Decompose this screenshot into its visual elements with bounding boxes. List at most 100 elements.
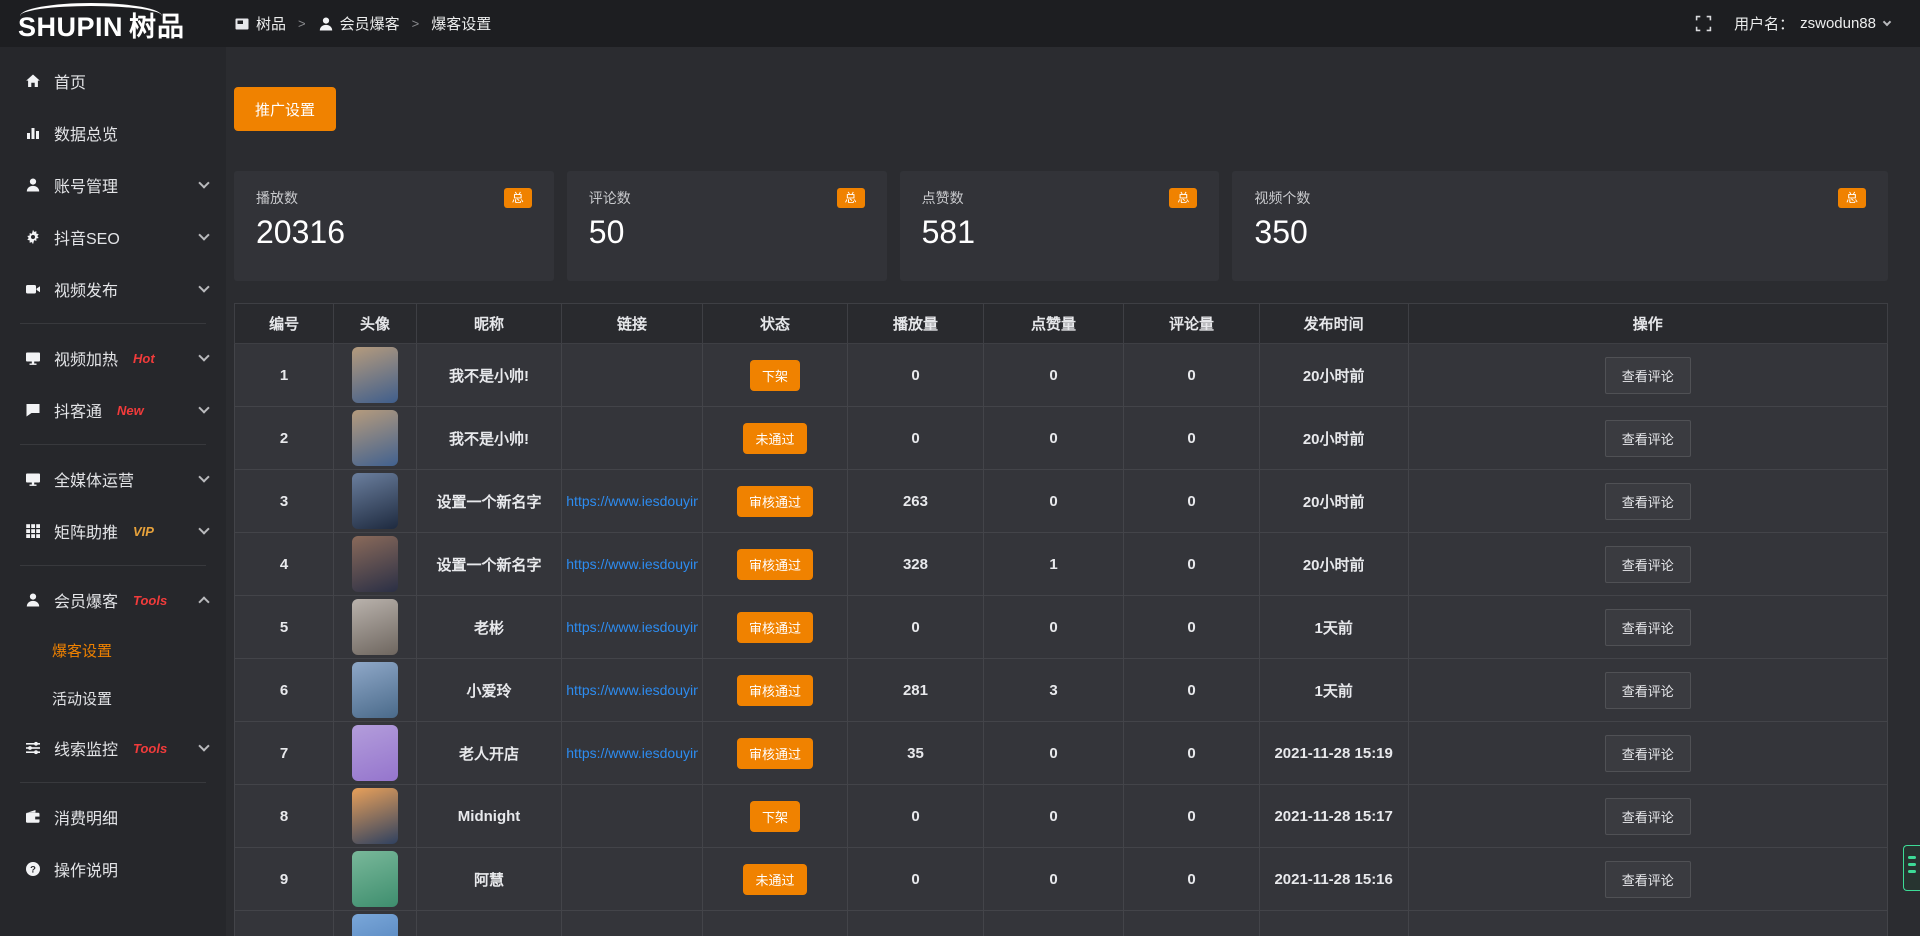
cell-number: 7 [235, 722, 334, 785]
status-button[interactable]: 审核通过 [737, 612, 813, 643]
avatar [352, 410, 398, 466]
cell-link: https://www.iesdouyin.c [562, 659, 703, 722]
table-row: 4设置一个新名字https://www.iesdouyin.c审核通过32810… [235, 533, 1888, 596]
table-row: 8Midnight下架0002021-11-28 15:17查看评论 [235, 785, 1888, 848]
user-menu[interactable]: 用户名：zswodun88 [1734, 13, 1890, 34]
sidebar-item-label: 账号管理 [54, 173, 118, 197]
chevron-down-icon [198, 740, 209, 751]
status-button[interactable]: 下架 [750, 801, 800, 832]
breadcrumb-item-baoke-settings[interactable]: 爆客设置 [431, 13, 491, 34]
cell-likes: 0 [983, 344, 1124, 407]
sidebar-item-member-baoke[interactable]: 会员爆客Tools [0, 574, 226, 626]
gear-icon [24, 229, 41, 245]
cell-comments: 0 [1124, 470, 1260, 533]
sidebar-item-data-overview[interactable]: 数据总览 [0, 107, 226, 159]
view-comments-button[interactable]: 查看评论 [1605, 735, 1691, 772]
view-comments-button[interactable]: 查看评论 [1605, 546, 1691, 583]
cell-comments: 0 [1124, 785, 1260, 848]
cell-status [702, 911, 847, 936]
status-button[interactable]: 下架 [750, 360, 800, 391]
home-icon [24, 73, 41, 89]
sidebar-item-label: 视频加热 [54, 346, 118, 370]
cell-avatar [334, 470, 417, 533]
view-comments-button[interactable]: 查看评论 [1605, 357, 1691, 394]
sidebar-item-badge: VIP [133, 524, 154, 539]
video-link[interactable]: https://www.iesdouyin.c [566, 619, 698, 635]
cell-nickname: 老人开店 [416, 722, 561, 785]
cell-time: 2021-11-28 15:17 [1259, 785, 1408, 848]
chevron-down-icon [198, 523, 209, 534]
submenu-item-baoke-settings[interactable]: 爆客设置 [0, 626, 226, 674]
sidebar-item-matrix-boost[interactable]: 矩阵助推VIP [0, 505, 226, 557]
cell-plays [848, 911, 984, 936]
cell-status: 未通过 [702, 407, 847, 470]
sidebar-item-media-operation[interactable]: 全媒体运营 [0, 453, 226, 505]
cell-likes: 0 [983, 407, 1124, 470]
cell-action [1408, 911, 1887, 936]
cell-comments: 0 [1124, 407, 1260, 470]
sidebar-item-douyin-seo[interactable]: 抖音SEO [0, 211, 226, 263]
video-link[interactable]: https://www.iesdouyin.c [566, 682, 698, 698]
view-comments-button[interactable]: 查看评论 [1605, 420, 1691, 457]
column-header: 发布时间 [1259, 304, 1408, 344]
sidebar-item-consumption-detail[interactable]: 消费明细 [0, 791, 226, 843]
breadcrumb-separator: > [410, 16, 422, 31]
stat-card-label: 播放数 [256, 188, 298, 208]
cell-nickname: 老彬 [416, 596, 561, 659]
table-row: 7老人开店https://www.iesdouyin.c审核通过35002021… [235, 722, 1888, 785]
chevron-down-icon [198, 402, 209, 413]
cell-link [562, 407, 703, 470]
video-link[interactable]: https://www.iesdouyin.c [566, 745, 698, 761]
view-comments-button[interactable]: 查看评论 [1605, 798, 1691, 835]
view-comments-button[interactable]: 查看评论 [1605, 861, 1691, 898]
main-content: 推广设置 播放数总20316评论数总50点赞数总581视频个数总350 编号头像… [226, 47, 1920, 936]
view-comments-button[interactable]: 查看评论 [1605, 483, 1691, 520]
stat-card-value: 350 [1254, 214, 1866, 251]
cell-time: 1天前 [1259, 596, 1408, 659]
sidebar-nav: 首页数据总览账号管理抖音SEO视频发布视频加热Hot抖客通New 全媒体运营矩阵助… [0, 55, 226, 895]
submenu-item-activity-settings[interactable]: 活动设置 [0, 674, 226, 722]
logo-arc-decoration [20, 3, 162, 16]
chevron-down-icon [198, 281, 209, 292]
cell-comments: 0 [1124, 722, 1260, 785]
sidebar-item-douketong[interactable]: 抖客通New [0, 384, 226, 436]
cell-avatar [334, 911, 417, 936]
wallet-icon [24, 809, 41, 825]
breadcrumb-item-member-baoke[interactable]: 会员爆客 [318, 13, 400, 34]
sidebar-item-account-manage[interactable]: 账号管理 [0, 159, 226, 211]
breadcrumb: 树品>会员爆客>爆客设置 [234, 13, 491, 34]
table-row: 2我不是小帅!未通过00020小时前查看评论 [235, 407, 1888, 470]
total-badge: 总 [1838, 188, 1866, 208]
sidebar-item-home[interactable]: 首页 [0, 55, 226, 107]
sidebar-item-video-heat[interactable]: 视频加热Hot [0, 332, 226, 384]
promo-settings-button[interactable]: 推广设置 [234, 87, 336, 131]
cell-comments: 0 [1124, 659, 1260, 722]
stat-card-label: 点赞数 [922, 188, 964, 208]
cell-status: 审核通过 [702, 470, 847, 533]
cell-plays: 263 [848, 470, 984, 533]
status-button[interactable]: 审核通过 [737, 675, 813, 706]
customer-service-widget[interactable] [1903, 845, 1920, 891]
avatar [352, 788, 398, 844]
view-comments-button[interactable]: 查看评论 [1605, 672, 1691, 709]
video-link[interactable]: https://www.iesdouyin.c [566, 493, 698, 509]
status-button[interactable]: 审核通过 [737, 549, 813, 580]
status-button[interactable]: 审核通过 [737, 486, 813, 517]
status-button[interactable]: 审核通过 [737, 738, 813, 769]
column-header: 头像 [334, 304, 417, 344]
cell-link [562, 848, 703, 911]
chat-icon [24, 402, 41, 418]
cell-number: 4 [235, 533, 334, 596]
sidebar-item-clue-monitor[interactable]: 线索监控Tools [0, 722, 226, 774]
cell-link: https://www.iesdouyin.c [562, 722, 703, 785]
app-logo[interactable]: SHUPIN树品 [0, 0, 226, 47]
sidebar-item-operation-guide[interactable]: ?操作说明 [0, 843, 226, 895]
cell-plays: 0 [848, 848, 984, 911]
fullscreen-icon[interactable] [1695, 15, 1712, 32]
status-button[interactable]: 未通过 [743, 423, 806, 454]
view-comments-button[interactable]: 查看评论 [1605, 609, 1691, 646]
sidebar-item-video-publish[interactable]: 视频发布 [0, 263, 226, 315]
breadcrumb-item-shupin[interactable]: 树品 [234, 13, 286, 34]
status-button[interactable]: 未通过 [743, 864, 806, 895]
video-link[interactable]: https://www.iesdouyin.c [566, 556, 698, 572]
